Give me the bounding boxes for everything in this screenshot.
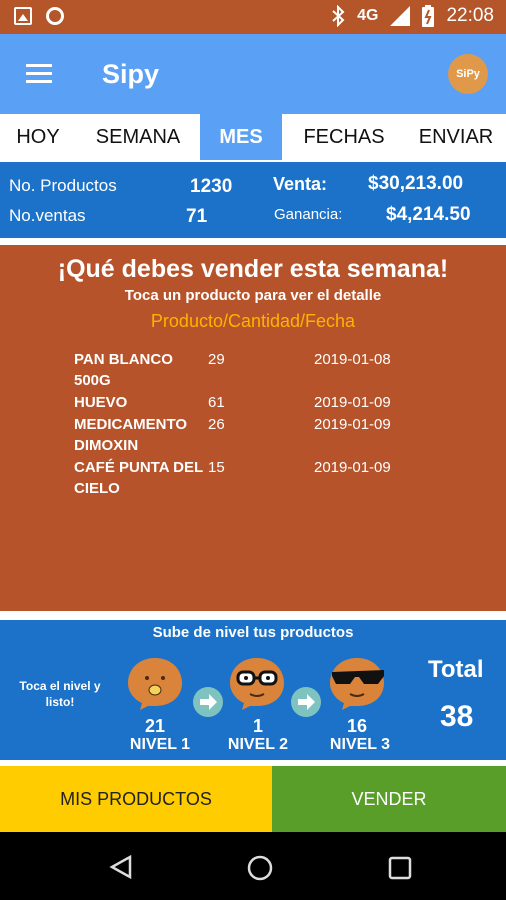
app-logo[interactable]: SiPy (448, 54, 488, 94)
product-date: 2019-01-08 (314, 351, 391, 368)
levels-hint: Toca el nivel y listo! (19, 679, 101, 709)
signal-icon (390, 6, 411, 26)
level-1-label[interactable]: NIVEL 1 (115, 736, 205, 754)
product-name: MEDICAMENTO DIMOXIN (74, 416, 188, 454)
products-value: 1230 (190, 176, 233, 197)
sales-value: $30,213.00 (368, 173, 464, 194)
weekly-suggestions: ¡Qué debes vender esta semana! Toca un p… (0, 245, 506, 611)
system-nav-bar (0, 832, 506, 900)
arrow-right-icon (193, 687, 223, 717)
level-3-face-icon[interactable] (328, 656, 386, 710)
tab-fechas[interactable]: FECHAS (282, 114, 406, 160)
my-products-button-label: MIS PRODUCTOS (60, 788, 212, 809)
gallery-notification-icon (14, 7, 32, 25)
sell-button[interactable]: VENDER (272, 766, 506, 832)
product-date: 2019-01-09 (314, 416, 391, 433)
weekly-subtitle: Toca un producto para ver el detalle (124, 287, 382, 304)
clock: 22:08 (446, 5, 494, 26)
total-label: Total (428, 656, 484, 683)
products-label: No. Productos (9, 176, 117, 195)
level-2-face-icon[interactable] (228, 656, 286, 710)
tab-mes[interactable]: MES (200, 114, 282, 160)
my-products-button[interactable]: MIS PRODUCTOS (0, 766, 272, 832)
level-2-count: 1 (252, 716, 263, 736)
status-bar: 4G 22:08 (0, 0, 506, 34)
product-qty: 61 (208, 394, 225, 411)
level-3-label[interactable]: NIVEL 3 (315, 736, 405, 754)
network-type: 4G (357, 7, 379, 24)
record-notification-icon (46, 7, 64, 25)
app-bar: Sipy SiPy (0, 34, 506, 114)
bluetooth-icon (332, 5, 345, 27)
tab-hoy[interactable]: HOY (0, 114, 76, 160)
profit-value: $4,214.50 (386, 204, 471, 225)
tab-enviar[interactable]: ENVIAR (406, 114, 506, 160)
weekly-column-header: Producto/Cantidad/Fecha (150, 311, 356, 331)
weekly-title: ¡Qué debes vender esta semana! (57, 255, 449, 283)
levels-title: Sube de nivel tus productos (152, 624, 354, 641)
home-icon[interactable] (246, 854, 274, 882)
level-3-count: 16 (346, 716, 368, 736)
sales-label: Venta: (273, 174, 328, 194)
summary-panel: No. Productos 1230 No.ventas 71 Venta: $… (0, 162, 506, 238)
recents-icon[interactable] (388, 856, 412, 880)
profit-label: Ganancia: (274, 206, 343, 223)
product-name: HUEVO (74, 394, 128, 411)
battery-icon (422, 5, 435, 27)
product-date: 2019-01-09 (314, 394, 391, 411)
menu-icon[interactable] (26, 64, 52, 84)
app-title: Sipy (102, 59, 160, 89)
product-qty: 29 (208, 351, 225, 368)
sales-count-label: No.ventas (9, 206, 86, 225)
product-name: PAN BLANCO 500G (74, 351, 173, 389)
app-logo-text: SiPy (456, 68, 480, 80)
product-date: 2019-01-09 (314, 459, 391, 476)
levels-panel: Sube de nivel tus productos Toca el nive… (0, 620, 506, 760)
tab-bar: HOY SEMANA MES FECHAS ENVIAR (0, 114, 506, 160)
arrow-right-icon (291, 687, 321, 717)
product-qty: 15 (208, 459, 225, 476)
sell-button-label: VENDER (351, 788, 427, 809)
product-name: CAFÉ PUNTA DEL CIELO (74, 459, 203, 497)
tab-semana[interactable]: SEMANA (76, 114, 200, 160)
level-2-label[interactable]: NIVEL 2 (213, 736, 303, 754)
level-1-count: 21 (144, 716, 166, 736)
product-qty: 26 (208, 416, 225, 433)
total-value: 38 (440, 700, 474, 733)
back-icon[interactable] (108, 854, 134, 880)
level-1-face-icon[interactable] (126, 656, 184, 710)
sales-count-value: 71 (186, 206, 208, 227)
